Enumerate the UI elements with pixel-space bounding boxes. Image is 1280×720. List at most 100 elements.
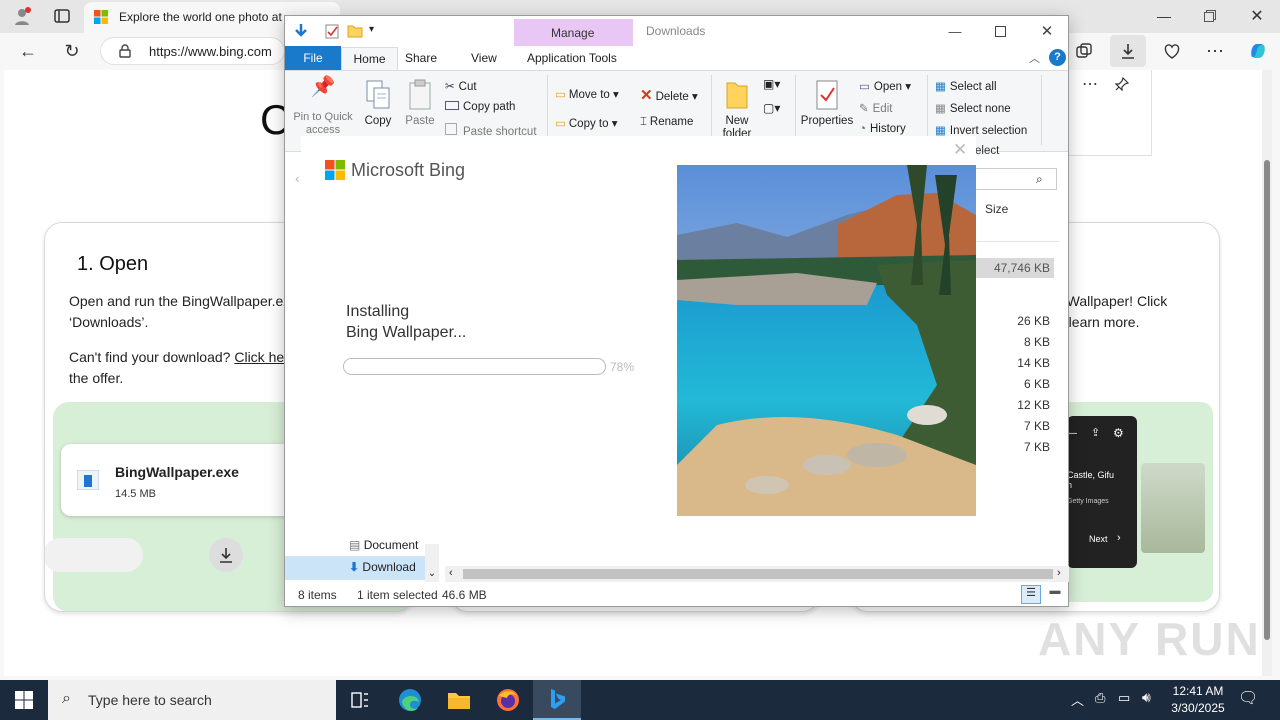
volume-icon[interactable]: 🔊︎ (1142, 689, 1151, 706)
tab-view[interactable]: View (471, 51, 497, 65)
pin-icon: 📌 (310, 76, 336, 98)
tab-share[interactable]: Share (405, 51, 437, 65)
nav-item-downloads[interactable]: ⬇ Download (285, 556, 425, 580)
search-box[interactable]: ⌕ (975, 168, 1057, 190)
cut-button[interactable]: ✂ Cut (445, 79, 477, 93)
download-filename: BingWallpaper.exe (115, 464, 239, 480)
scroll-left-icon[interactable]: ‹ (449, 567, 453, 579)
properties-button[interactable]: Properties (799, 79, 855, 128)
history-button[interactable]: ◔ History (859, 123, 906, 135)
downloads-icon[interactable] (1110, 35, 1146, 67)
restore-icon[interactable] (1196, 4, 1224, 28)
close-icon[interactable]: ✕ (1035, 20, 1059, 42)
browser-essentials-icon[interactable] (1158, 37, 1186, 65)
file-row-size[interactable]: 7 KB (976, 437, 1054, 457)
installer-close-icon[interactable]: ✕ (953, 140, 967, 160)
new-folder-icon[interactable] (347, 24, 363, 41)
file-row-size[interactable]: 12 KB (976, 395, 1054, 415)
profile-icon[interactable] (8, 4, 36, 28)
pin-to-quick-access-button[interactable]: 📌 Pin to Quick access (291, 76, 355, 137)
nav-scrollbar[interactable]: ⌄ (425, 544, 439, 582)
more-menu-icon[interactable]: ⋯ (1201, 37, 1229, 65)
new-item-button[interactable]: ▣▾ (763, 77, 780, 91)
show-hidden-icons[interactable]: ︿ (1071, 690, 1084, 709)
file-row-size[interactable]: 26 KB (976, 311, 1054, 331)
url-input[interactable]: https://www.bing.com (100, 37, 285, 65)
tab-home[interactable]: Home (341, 47, 398, 71)
back-chevron-icon[interactable]: ‹ (295, 170, 300, 186)
properties-label: Properties (800, 115, 854, 127)
select-none-button[interactable]: ▦ Select none (935, 101, 1011, 115)
scroll-right-icon[interactable]: › (1057, 567, 1061, 579)
collections-icon[interactable] (1070, 37, 1098, 65)
file-explorer-taskbar-button[interactable] (435, 680, 483, 720)
download-arrow-icon (209, 538, 243, 572)
pin-icon[interactable] (1108, 74, 1136, 94)
network-device-icon[interactable]: ⎙ (1095, 690, 1105, 706)
minimize-icon[interactable]: — (1150, 4, 1178, 28)
nav-item-documents[interactable]: ▤ Document (349, 538, 425, 552)
clipboard-icon (409, 79, 431, 110)
open-button[interactable]: ▭ Open ▾ (859, 79, 911, 93)
file-row-size[interactable]: 8 KB (976, 332, 1054, 352)
maximize-icon[interactable] (988, 20, 1012, 42)
file-size-text: 26 KB (1017, 314, 1050, 328)
bing-icon (551, 689, 565, 709)
start-button[interactable] (0, 680, 48, 720)
network-icon[interactable]: ▭ (1118, 690, 1130, 706)
history-label: History (869, 123, 906, 135)
paste-button[interactable]: Paste (403, 79, 437, 128)
close-icon[interactable]: ✕ (1243, 4, 1271, 28)
horizontal-scrollbar[interactable]: ‹ › (445, 566, 1069, 582)
delete-button[interactable]: ✕ Delete ▾ (640, 86, 698, 104)
copy-path-button[interactable]: Copy path (445, 101, 515, 113)
tab-actions-icon[interactable] (48, 4, 76, 28)
bing-taskbar-button[interactable] (533, 680, 581, 720)
documents-folder-icon: ▤ (349, 538, 361, 552)
firefox-taskbar-button[interactable] (484, 680, 532, 720)
edge-taskbar-button[interactable] (386, 680, 434, 720)
file-row-size[interactable]: 47,746 KB (976, 258, 1054, 278)
file-row-size[interactable]: 7 KB (976, 416, 1054, 436)
large-icons-view-icon[interactable]: ▬ (1045, 585, 1065, 604)
customize-dropdown-icon[interactable]: ▾ (369, 24, 374, 35)
scroll-thumb[interactable] (463, 569, 1053, 579)
new-folder-button[interactable]: New folder (715, 79, 759, 141)
ribbon-collapse-icon[interactable]: ︿ (1029, 50, 1040, 66)
easy-access-button[interactable]: ▢▾ (763, 101, 780, 115)
column-header-size[interactable]: Size (985, 202, 1008, 216)
notifications-icon[interactable]: 🗨︎ (1238, 688, 1258, 708)
anyrun-watermark: ANY RUN (1038, 613, 1261, 665)
tab-view-label: View (471, 51, 497, 65)
page-scrollbar[interactable] (1262, 70, 1272, 676)
copilot-icon[interactable] (1244, 37, 1272, 65)
quick-access-down-icon[interactable] (293, 23, 309, 42)
clock-date[interactable]: 3/30/2025 (1166, 701, 1230, 715)
properties-check-icon[interactable] (325, 23, 339, 42)
taskbar-search[interactable]: ⌕ Type here to search (48, 680, 336, 720)
copy-button[interactable]: Copy (361, 79, 395, 128)
tab-file[interactable]: File (285, 46, 341, 70)
details-view-icon[interactable]: ☰ (1021, 585, 1041, 604)
windows-logo-icon (15, 691, 33, 709)
back-icon[interactable]: ← (14, 37, 42, 65)
minimize-icon[interactable]: — (943, 20, 967, 42)
tab-application-tools[interactable]: Application Tools (527, 51, 617, 65)
scroll-thumb[interactable] (1264, 160, 1270, 640)
more-options-icon[interactable]: ⋯ (1076, 74, 1104, 94)
click-here-link[interactable]: Click her (234, 349, 288, 365)
help-icon[interactable]: ? (1049, 49, 1066, 66)
installer-brand: Microsoft Bing (351, 160, 466, 180)
file-row-size[interactable]: 14 KB (976, 353, 1054, 373)
copy-to-button[interactable]: ▭ Copy to ▾ (555, 116, 617, 130)
invert-selection-button[interactable]: ▦ Invert selection (935, 123, 1027, 137)
progress-fill (344, 359, 548, 374)
clock-time[interactable]: 12:41 AM (1170, 684, 1226, 698)
select-all-button[interactable]: ▦ Select all (935, 79, 997, 93)
edit-button[interactable]: ✎ Edit (859, 101, 892, 115)
refresh-icon[interactable]: ↻ (58, 37, 86, 65)
file-row-size[interactable]: 6 KB (976, 374, 1054, 394)
task-view-button[interactable] (336, 680, 384, 720)
rename-button[interactable]: ⌶ Rename (640, 116, 693, 129)
move-to-button[interactable]: ▭ Move to ▾ (555, 87, 619, 101)
